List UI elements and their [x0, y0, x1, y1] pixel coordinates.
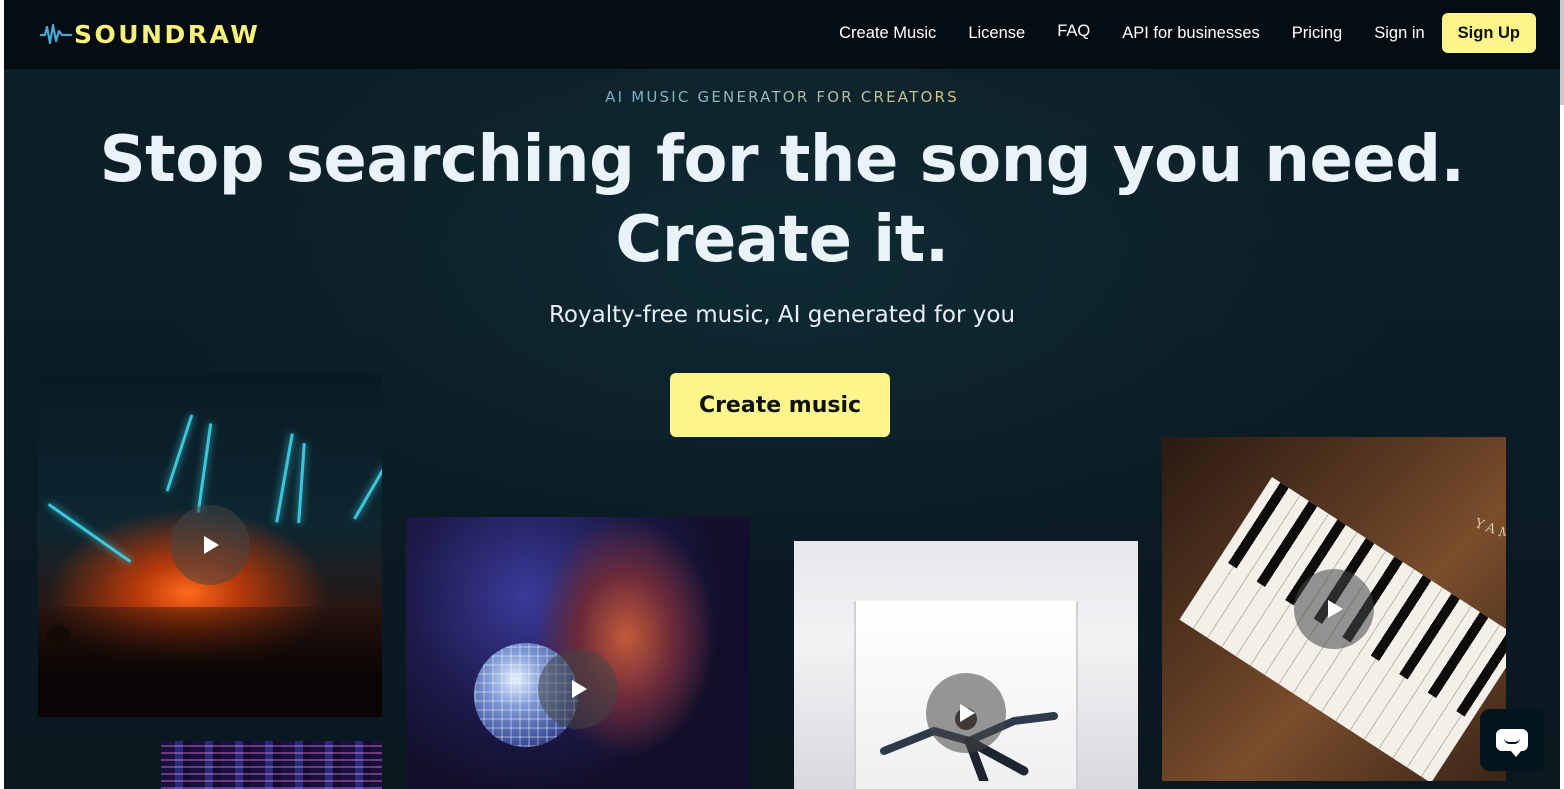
- page-scrollbar[interactable]: [1560, 0, 1564, 105]
- create-music-button[interactable]: Create music: [670, 373, 890, 437]
- nav-sign-in[interactable]: Sign in: [1374, 24, 1424, 43]
- city-lights: [161, 741, 382, 789]
- play-button[interactable]: [170, 505, 250, 585]
- sample-card-dancer[interactable]: [794, 541, 1138, 789]
- play-button[interactable]: [926, 673, 1006, 753]
- light-beam: [47, 503, 132, 563]
- headline-line-1: Stop searching for the song you need.: [99, 123, 1465, 197]
- piano-brand-text: YAM: [1472, 516, 1506, 545]
- sign-up-button[interactable]: Sign Up: [1441, 13, 1536, 53]
- nav-pricing[interactable]: Pricing: [1292, 24, 1342, 43]
- headline-line-2: Create it.: [615, 203, 949, 277]
- nav-create-music[interactable]: Create Music: [839, 24, 936, 43]
- light-beam: [196, 423, 213, 513]
- light-beam: [165, 414, 194, 492]
- crowd-silhouette: [38, 607, 382, 717]
- play-icon: [204, 536, 219, 554]
- play-icon: [572, 680, 587, 698]
- play-button[interactable]: [538, 649, 618, 729]
- sample-card-disco[interactable]: [406, 517, 750, 789]
- play-icon: [1328, 600, 1343, 618]
- play-button[interactable]: [1294, 569, 1374, 649]
- page-viewport: SOUNDRAW Create Music License FAQ API fo…: [4, 0, 1560, 789]
- main-nav: Create Music License FAQ API for busines…: [807, 13, 1536, 53]
- light-beam: [275, 433, 294, 523]
- nav-api-for-businesses[interactable]: API for businesses: [1122, 24, 1260, 43]
- soundraw-logo[interactable]: SOUNDRAW: [40, 19, 260, 49]
- sample-card-city[interactable]: [161, 741, 382, 789]
- sample-card-concert[interactable]: [38, 373, 382, 717]
- logo-wordmark: SOUNDRAW: [74, 19, 261, 49]
- top-navbar: SOUNDRAW Create Music License FAQ API fo…: [4, 0, 1560, 69]
- chat-widget-button[interactable]: [1480, 709, 1544, 771]
- hero-subheadline: Royalty-free music, AI generated for you: [548, 302, 1016, 328]
- chat-bubble-icon: [1496, 729, 1528, 757]
- play-icon: [960, 704, 975, 722]
- hero-eyebrow: AI MUSIC GENERATOR FOR CREATORS: [605, 88, 959, 106]
- nav-faq[interactable]: FAQ: [1057, 22, 1090, 41]
- hero-headline: Stop searching for the song you need. Cr…: [4, 120, 1560, 280]
- light-beam: [353, 466, 382, 520]
- waveform-logo-icon: [40, 23, 72, 45]
- nav-license[interactable]: License: [968, 24, 1025, 43]
- light-beam: [297, 442, 306, 524]
- sample-card-piano[interactable]: YAM: [1162, 437, 1506, 781]
